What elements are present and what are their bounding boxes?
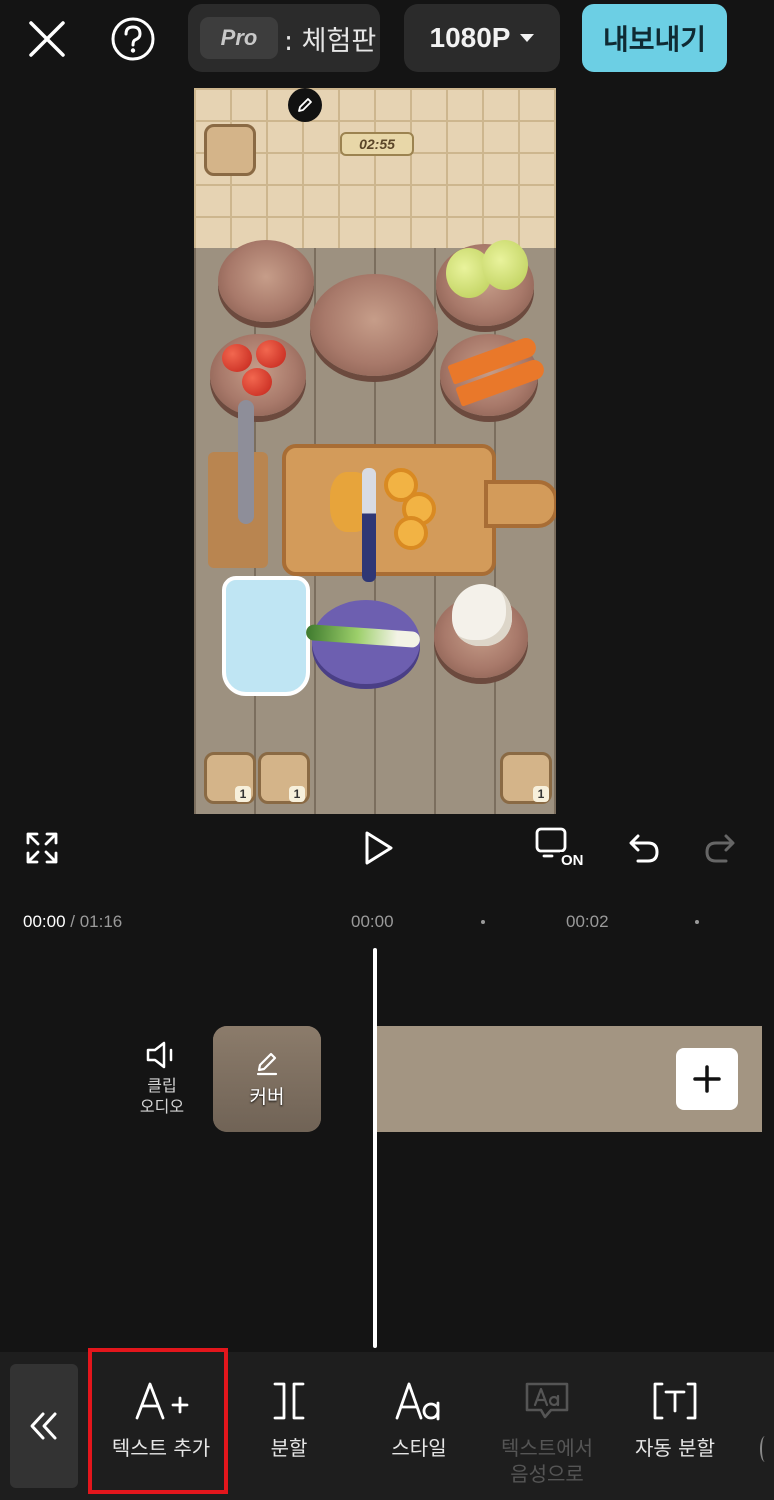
time-separator: / [65, 912, 80, 931]
ruler-dot [481, 920, 485, 924]
close-button[interactable] [24, 16, 70, 62]
cutting-board [282, 444, 496, 576]
play-icon [365, 831, 393, 865]
undo-icon [629, 834, 659, 863]
plus-icon [693, 1065, 721, 1093]
tomato [222, 344, 252, 372]
tomato [256, 340, 286, 368]
pencil-icon [298, 98, 312, 112]
toolbar-overflow-edge [760, 1436, 770, 1462]
cover-label: 커버 [249, 1087, 285, 1108]
onion [482, 240, 528, 290]
cover-button[interactable]: 커버 [213, 1026, 321, 1132]
auto-split-label: 자동 분할 [635, 1436, 715, 1460]
powerup-count: 1 [235, 786, 251, 802]
add-clip-button[interactable] [676, 1048, 738, 1110]
tomato [242, 368, 272, 396]
playhead[interactable] [373, 948, 377, 1348]
style-label: 스타일 [391, 1436, 447, 1460]
game-timer: 02:55 [340, 132, 414, 156]
powerup-count: 1 [533, 786, 549, 802]
edit-overlay-button[interactable] [288, 88, 322, 122]
split-tool[interactable]: 분할 [234, 1380, 344, 1461]
style-tool[interactable]: 스타일 [364, 1380, 474, 1461]
redo-icon [705, 834, 735, 863]
fullscreen-button[interactable] [22, 828, 62, 868]
water-jug [222, 576, 310, 696]
help-icon [111, 17, 155, 61]
clip-audio-button[interactable]: 클립 오디오 [132, 1040, 192, 1118]
help-button[interactable] [110, 16, 156, 62]
ruler-mark: 00:02 [566, 912, 609, 931]
collapse-toolbar-button[interactable] [10, 1364, 78, 1488]
play-button[interactable] [356, 826, 400, 870]
text-style-icon [395, 1382, 440, 1421]
resolution-label: 1080P [429, 22, 511, 53]
pro-badge: Pro [200, 17, 278, 59]
current-time: 00:00 [23, 912, 66, 931]
video-preview[interactable]: 02:55 1 1 1 [194, 88, 556, 814]
onion-slice [394, 516, 428, 550]
garlic [452, 584, 512, 646]
split-label: 분할 [270, 1436, 308, 1460]
chef-knife [362, 468, 376, 582]
export-button[interactable]: 내보내기 [582, 4, 727, 72]
split-icon [273, 1382, 305, 1420]
clip-frame [377, 1026, 486, 1132]
trial-label: : 체험판 [284, 25, 377, 57]
powerup-count: 1 [289, 786, 305, 802]
center-bowl [310, 274, 438, 376]
auto-split-tool[interactable]: 자동 분할 [620, 1380, 730, 1461]
clip-frame [485, 1026, 594, 1132]
caret-down-icon [520, 34, 535, 42]
pencil-icon [256, 1052, 278, 1076]
resolution-dropdown[interactable]: 1080P [404, 4, 560, 72]
redo-button[interactable] [698, 826, 742, 870]
clip-audio-label-line1: 클립 [147, 1078, 177, 1095]
clip-audio-label-line2: 오디오 [139, 1099, 185, 1116]
total-time: 01:16 [79, 912, 123, 931]
double-chevron-left-icon [30, 1412, 57, 1440]
pro-trial-button[interactable]: Pro : 체험판 [188, 4, 380, 72]
preview-toggle-button[interactable]: ON [534, 826, 586, 872]
speaker-icon [146, 1041, 173, 1069]
text-to-speech-tool[interactable]: 텍스트에서 음성으로 [492, 1380, 602, 1487]
ruler-mark: 00:00 [351, 912, 394, 931]
auto-split-icon [653, 1382, 697, 1420]
undo-button[interactable] [622, 826, 666, 870]
timecode: 00:00 / 01:16 [23, 912, 122, 932]
text-to-speech-icon [525, 1382, 569, 1419]
knife [238, 400, 254, 524]
cutting-board-handle [484, 480, 556, 528]
fullscreen-icon [26, 832, 58, 864]
add-text-highlight [88, 1348, 228, 1494]
close-icon [29, 21, 65, 57]
ruler-dot [695, 920, 699, 924]
empty-bowl [218, 240, 314, 322]
game-pause-button [204, 124, 256, 176]
text-to-speech-label: 텍스트에서 음성으로 [501, 1436, 593, 1486]
preview-on-badge: ON [560, 852, 585, 869]
